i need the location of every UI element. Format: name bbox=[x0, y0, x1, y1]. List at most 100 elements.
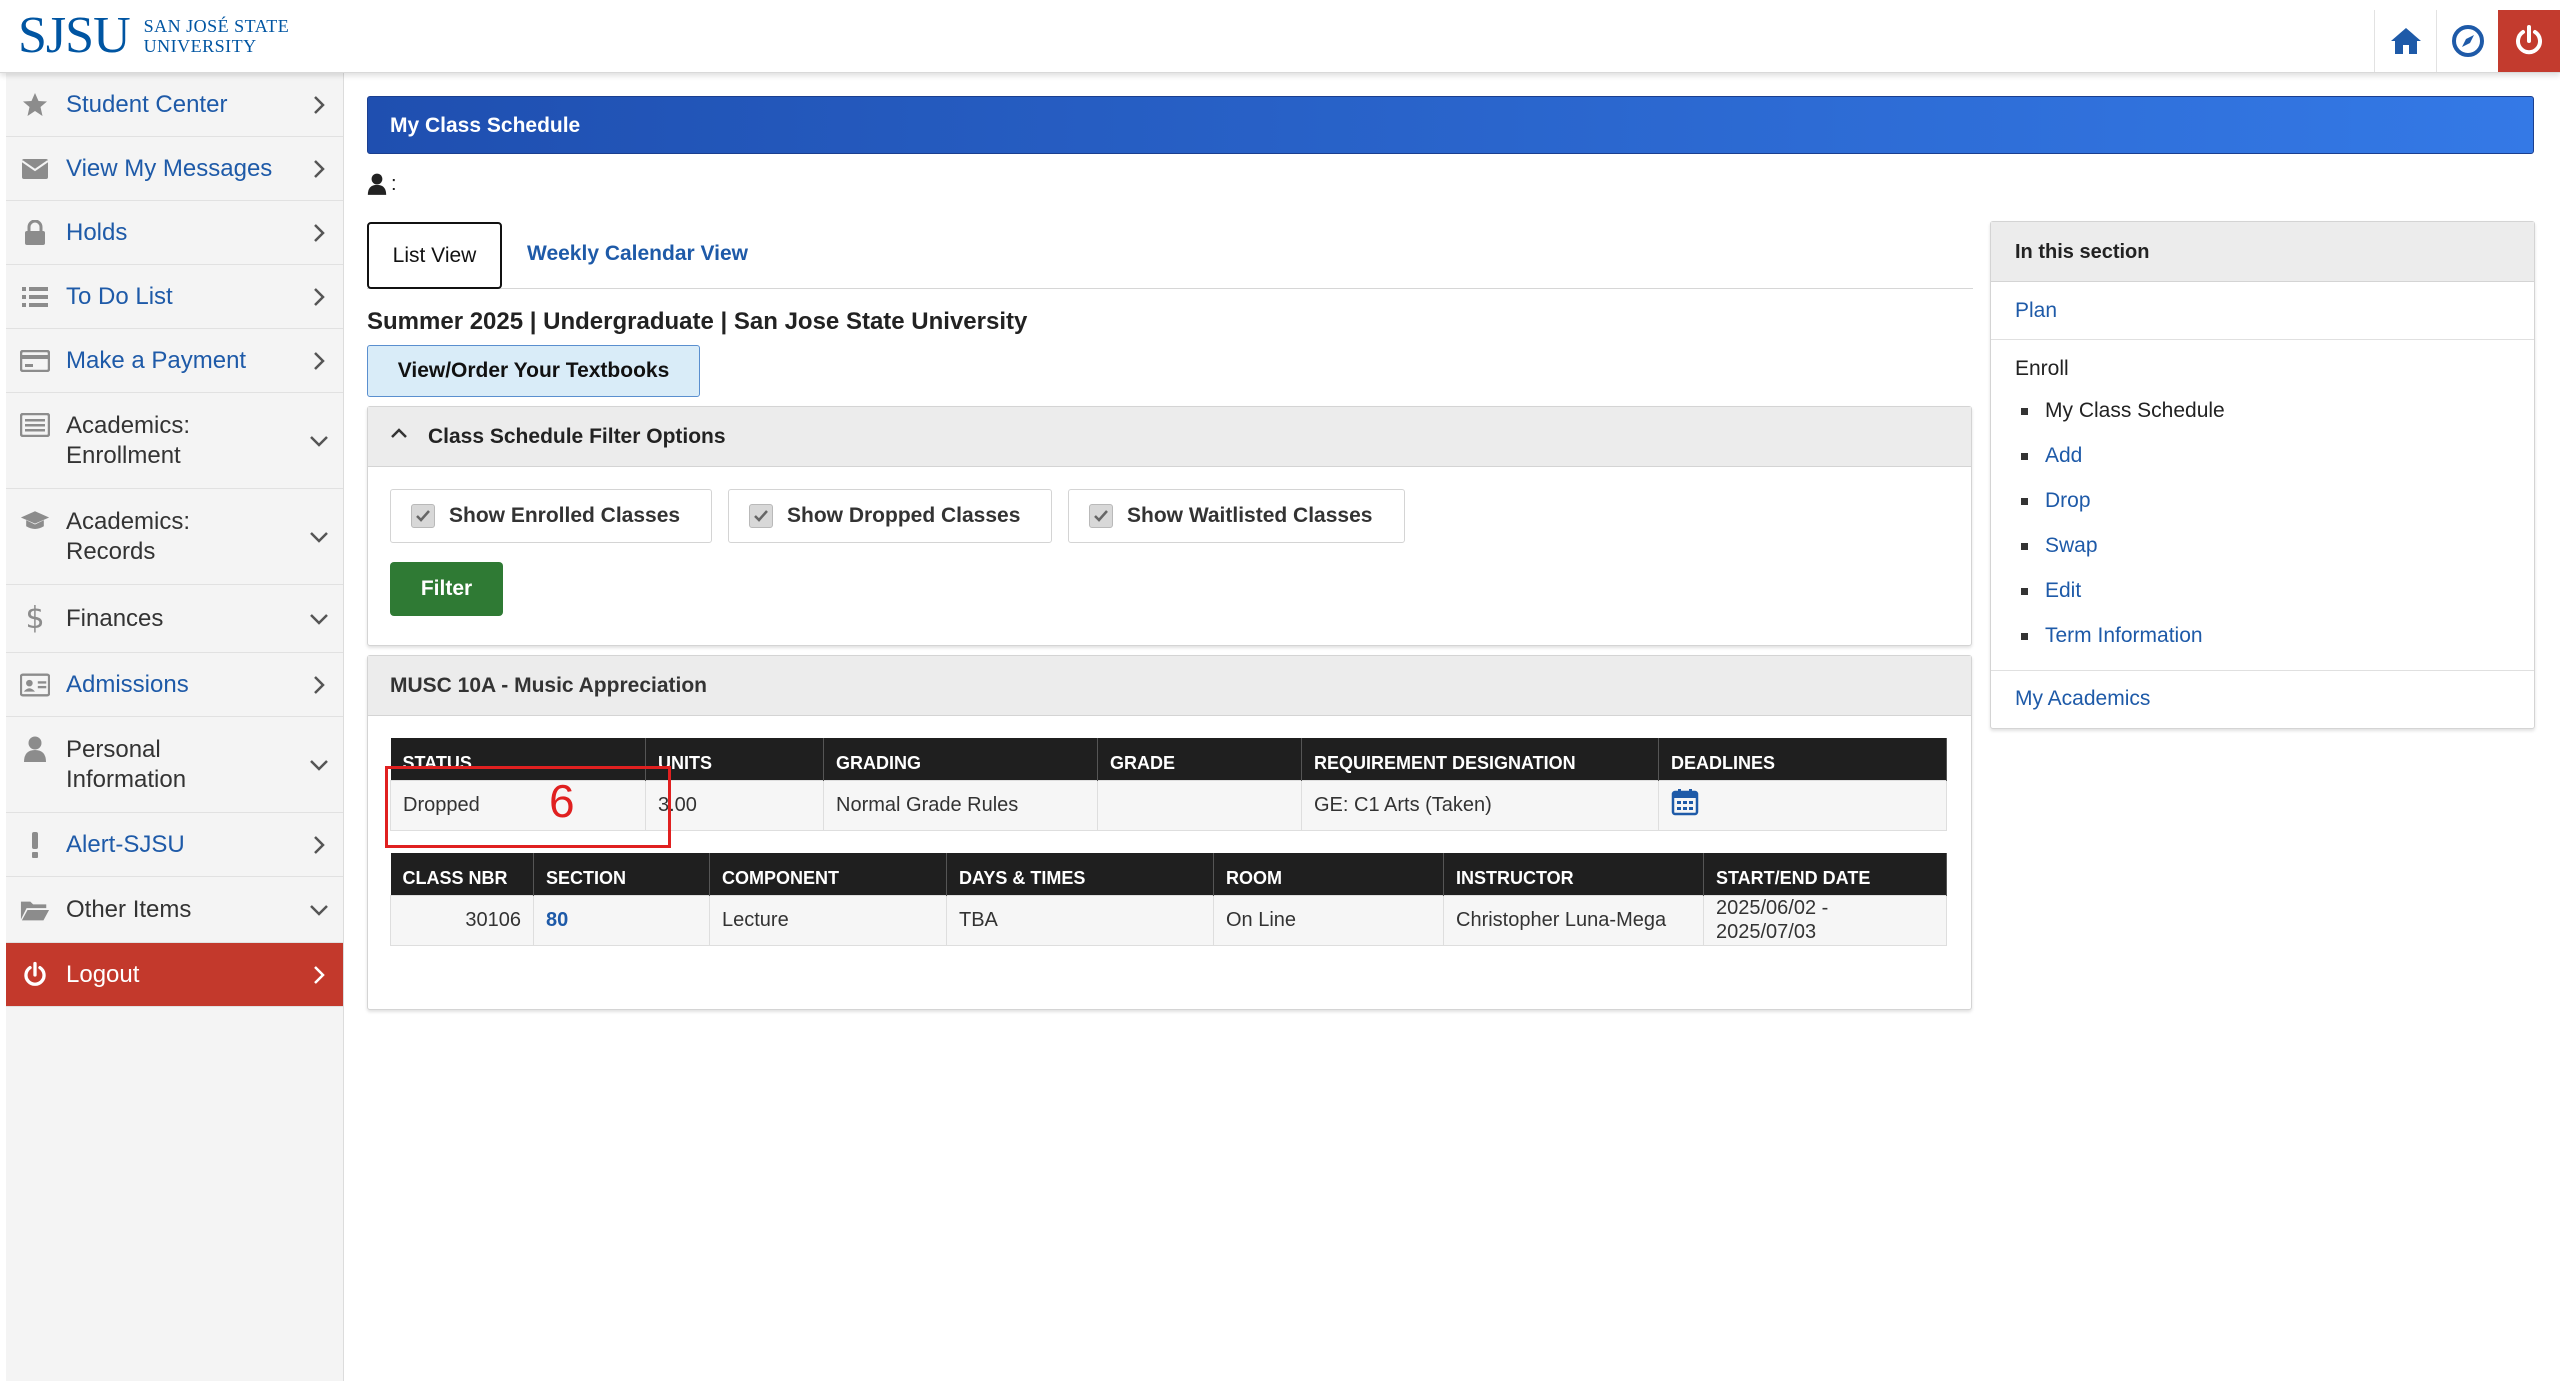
student-name-row: : bbox=[367, 172, 397, 196]
filter-button[interactable]: Filter bbox=[390, 562, 503, 616]
checkbox-icon bbox=[749, 504, 773, 528]
sjsu-logo[interactable]: SJSU SAN JOSÉ STATE UNIVERSITY bbox=[18, 10, 289, 62]
section-link-term-information[interactable]: Term Information bbox=[2021, 624, 2203, 648]
column-header: ROOM bbox=[1213, 853, 1444, 895]
class-detail-table: CLASS NBR SECTION COMPONENT DAYS & TIMES… bbox=[390, 853, 1947, 946]
enrollment-icon bbox=[20, 410, 50, 440]
envelope-icon bbox=[20, 154, 50, 184]
sidebar-item-student-center[interactable]: Student Center bbox=[6, 73, 343, 137]
instructor-cell: Christopher Luna-Mega bbox=[1443, 894, 1704, 946]
view-order-textbooks-button[interactable]: View/Order Your Textbooks bbox=[367, 345, 700, 397]
sidebar-item-admissions[interactable]: Admissions bbox=[6, 653, 343, 717]
column-header: DEADLINES bbox=[1658, 738, 1947, 780]
tab-list-view[interactable]: List View bbox=[367, 222, 502, 289]
annotation-highlight-box bbox=[385, 766, 671, 848]
requirement-cell: GE: C1 Arts (Taken) bbox=[1301, 779, 1659, 831]
annotation-label: 6 bbox=[549, 775, 575, 827]
sidebar-item-label: Other Items bbox=[66, 895, 192, 923]
sidebar-item-label-line2: Enrollment bbox=[66, 441, 181, 469]
section-panel-title: In this section bbox=[2015, 241, 2150, 263]
units-cell: 3.00 bbox=[645, 779, 824, 831]
chevron-down-icon bbox=[309, 900, 329, 920]
list-icon bbox=[20, 282, 50, 312]
sidebar-item-academics-enrollment[interactable]: Academics: Enrollment bbox=[6, 393, 343, 489]
divider bbox=[1991, 339, 2534, 340]
section-link-edit[interactable]: Edit bbox=[2021, 579, 2082, 603]
chevron-right-icon bbox=[309, 835, 329, 855]
filter-options-title: Class Schedule Filter Options bbox=[428, 425, 726, 448]
home-button[interactable] bbox=[2374, 10, 2436, 72]
show-enrolled-label: Show Enrolled Classes bbox=[449, 504, 681, 527]
table-row: 30106 80 Lecture TBA On Line Christopher… bbox=[390, 894, 1947, 946]
section-item-label: Swap bbox=[2045, 534, 2098, 557]
show-waitlisted-label: Show Waitlisted Classes bbox=[1127, 504, 1373, 527]
chevron-right-icon bbox=[309, 287, 329, 307]
grading-cell: Normal Grade Rules bbox=[823, 779, 1098, 831]
navigator-button[interactable] bbox=[2436, 10, 2498, 72]
column-header: REQUIREMENT DESIGNATION bbox=[1301, 738, 1659, 780]
section-item-label: Edit bbox=[2045, 579, 2082, 602]
show-enrolled-checkbox[interactable]: Show Enrolled Classes bbox=[390, 489, 712, 543]
show-dropped-checkbox[interactable]: Show Dropped Classes bbox=[728, 489, 1052, 543]
page-title: My Class Schedule bbox=[390, 114, 581, 137]
sidebar-item-academics-records[interactable]: Academics: Records bbox=[6, 489, 343, 585]
page-title-banner: My Class Schedule bbox=[367, 96, 2534, 154]
sidebar-item-label: Student Center bbox=[66, 90, 228, 118]
chevron-right-icon bbox=[309, 965, 329, 985]
section-link-my-academics[interactable]: My Academics bbox=[2015, 687, 2150, 711]
power-icon bbox=[20, 960, 50, 990]
bullet bbox=[2021, 588, 2028, 595]
sidebar-item-label: Admissions bbox=[66, 670, 189, 698]
sidebar-item-make-a-payment[interactable]: Make a Payment bbox=[6, 329, 343, 393]
sidebar-item-label: Logout bbox=[66, 960, 140, 988]
chevron-down-icon bbox=[309, 609, 329, 629]
section-item-label: Drop bbox=[2045, 489, 2091, 512]
filter-options-panel: Class Schedule Filter Options Show Enrol… bbox=[367, 406, 1972, 646]
section-link-plan[interactable]: Plan bbox=[2015, 299, 2057, 323]
sidebar-item-other-items[interactable]: Other Items bbox=[6, 877, 343, 943]
course-title: MUSC 10A - Music Appreciation bbox=[390, 674, 707, 697]
column-header: INSTRUCTOR bbox=[1443, 853, 1704, 895]
chevron-right-icon bbox=[309, 95, 329, 115]
show-dropped-label: Show Dropped Classes bbox=[787, 504, 1021, 527]
chevron-right-icon bbox=[309, 159, 329, 179]
section-item-label: My Class Schedule bbox=[2045, 399, 2225, 422]
signout-button[interactable] bbox=[2498, 10, 2560, 72]
show-waitlisted-checkbox[interactable]: Show Waitlisted Classes bbox=[1068, 489, 1405, 543]
dollar-icon: $ bbox=[25, 601, 45, 636]
id-card-icon bbox=[20, 670, 50, 700]
sidebar-item-label: View My Messages bbox=[66, 154, 273, 182]
sidebar: Student Center View My Messages Holds To… bbox=[6, 73, 344, 1381]
filter-options-header[interactable]: Class Schedule Filter Options bbox=[368, 407, 1971, 467]
view-tabs: List View Weekly Calendar View bbox=[367, 222, 1973, 289]
person-icon bbox=[20, 734, 50, 764]
section-link-drop[interactable]: Drop bbox=[2021, 489, 2091, 513]
sidebar-item-to-do-list[interactable]: To Do List bbox=[6, 265, 343, 329]
student-name-separator: : bbox=[391, 173, 397, 195]
sidebar-item-label: To Do List bbox=[66, 282, 173, 310]
calendar-icon[interactable] bbox=[1671, 788, 1699, 816]
chevron-down-icon bbox=[309, 755, 329, 775]
column-header: UNITS bbox=[645, 738, 824, 780]
sidebar-item-holds[interactable]: Holds bbox=[6, 201, 343, 265]
checkbox-icon bbox=[1089, 504, 1113, 528]
person-icon bbox=[367, 173, 387, 195]
grade-cell bbox=[1097, 779, 1302, 831]
power-icon bbox=[2516, 25, 2542, 55]
section-link[interactable]: 80 bbox=[546, 909, 568, 931]
sidebar-item-label-line1: Personal bbox=[66, 735, 161, 763]
sidebar-item-alert-sjsu[interactable]: Alert-SJSU bbox=[6, 813, 343, 877]
section-link-swap[interactable]: Swap bbox=[2021, 534, 2098, 558]
sidebar-item-label: Academics: Enrollment bbox=[66, 411, 190, 471]
sidebar-item-personal-information[interactable]: Personal Information bbox=[6, 717, 343, 813]
sidebar-item-logout[interactable]: Logout bbox=[6, 943, 343, 1007]
tab-weekly-calendar-view[interactable]: Weekly Calendar View bbox=[527, 242, 748, 266]
sidebar-item-view-my-messages[interactable]: View My Messages bbox=[6, 137, 343, 201]
sidebar-item-finances[interactable]: $ Finances bbox=[6, 585, 343, 653]
section-link-add[interactable]: Add bbox=[2021, 444, 2083, 468]
section-item-label: Add bbox=[2045, 444, 2083, 467]
column-header: START/END DATE bbox=[1703, 853, 1947, 895]
section-cell: 80 bbox=[533, 894, 710, 946]
start-date: 2025/06/02 - bbox=[1716, 897, 1829, 919]
days-times-cell: TBA bbox=[946, 894, 1214, 946]
